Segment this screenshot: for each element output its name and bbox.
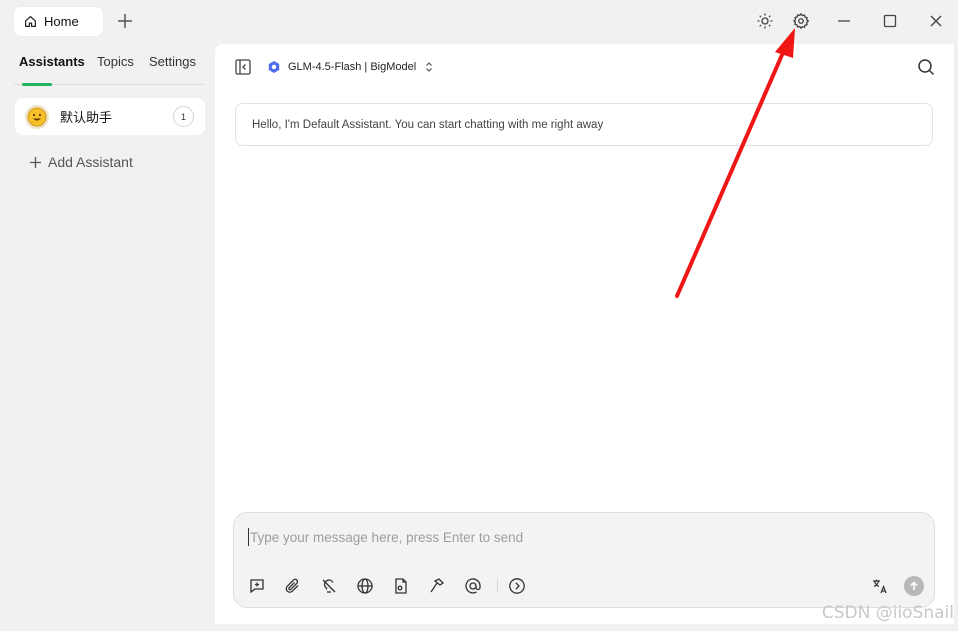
add-assistant-button[interactable]: Add Assistant: [29, 152, 133, 172]
title-bar: Home: [0, 0, 958, 44]
sidebar-tabs: Assistants Topics Settings: [14, 44, 204, 85]
sun-icon[interactable]: [756, 12, 774, 30]
minimize-icon[interactable]: [835, 12, 853, 30]
model-provider-icon: [268, 61, 280, 73]
tab-assistants[interactable]: Assistants: [19, 54, 85, 69]
hammer-icon[interactable]: [428, 577, 446, 595]
watermark-text: CSDN @iioSnail: [821, 603, 954, 623]
send-button[interactable]: [904, 576, 924, 596]
assistant-item-default[interactable]: 默认助手 1: [15, 98, 205, 135]
topic-count-badge: 1: [173, 106, 194, 127]
close-icon[interactable]: [927, 12, 945, 30]
add-assistant-label: Add Assistant: [48, 154, 133, 170]
lightbulb-off-icon[interactable]: [320, 577, 338, 595]
maximize-icon[interactable]: [881, 12, 899, 30]
toolbar-divider: [497, 579, 498, 593]
model-label: GLM-4.5-Flash | BigModel: [288, 61, 417, 73]
new-topic-icon[interactable]: [248, 577, 266, 595]
smiley-emoji-icon: [25, 104, 49, 129]
search-icon[interactable]: [916, 57, 936, 77]
translate-icon[interactable]: [871, 577, 889, 595]
tab-topics[interactable]: Topics: [97, 54, 134, 69]
message-input[interactable]: [248, 528, 848, 546]
plus-icon: [30, 156, 41, 168]
gear-icon[interactable]: [792, 12, 810, 30]
chevron-updown-icon: [426, 62, 433, 72]
assistant-name: 默认助手: [60, 110, 113, 125]
send-arrow-icon: [910, 581, 918, 590]
model-selector[interactable]: GLM-4.5-Flash | BigModel: [267, 57, 435, 77]
knowledge-file-icon[interactable]: [392, 577, 410, 595]
at-mention-icon[interactable]: [464, 577, 482, 595]
sidebar: Assistants Topics Settings 默认助手 1 Add As…: [0, 44, 214, 631]
assistant-greeting-message: Hello, I'm Default Assistant. You can st…: [235, 103, 933, 146]
greeting-text: Hello, I'm Default Assistant. You can st…: [252, 118, 604, 131]
message-composer: [233, 512, 935, 608]
globe-icon[interactable]: [356, 577, 374, 595]
active-tab-indicator: [22, 83, 52, 86]
plus-icon[interactable]: [116, 12, 134, 30]
chevron-right-circle-icon[interactable]: [508, 577, 526, 595]
tab-home-label: Home: [44, 14, 79, 29]
home-icon: [24, 15, 37, 28]
tab-settings[interactable]: Settings: [149, 54, 196, 69]
attachment-icon[interactable]: [284, 577, 302, 595]
sidebar-collapse-icon[interactable]: [234, 58, 252, 76]
tab-home[interactable]: Home: [14, 7, 103, 36]
chat-panel: GLM-4.5-Flash | BigModel Hello, I'm Defa…: [215, 44, 954, 624]
